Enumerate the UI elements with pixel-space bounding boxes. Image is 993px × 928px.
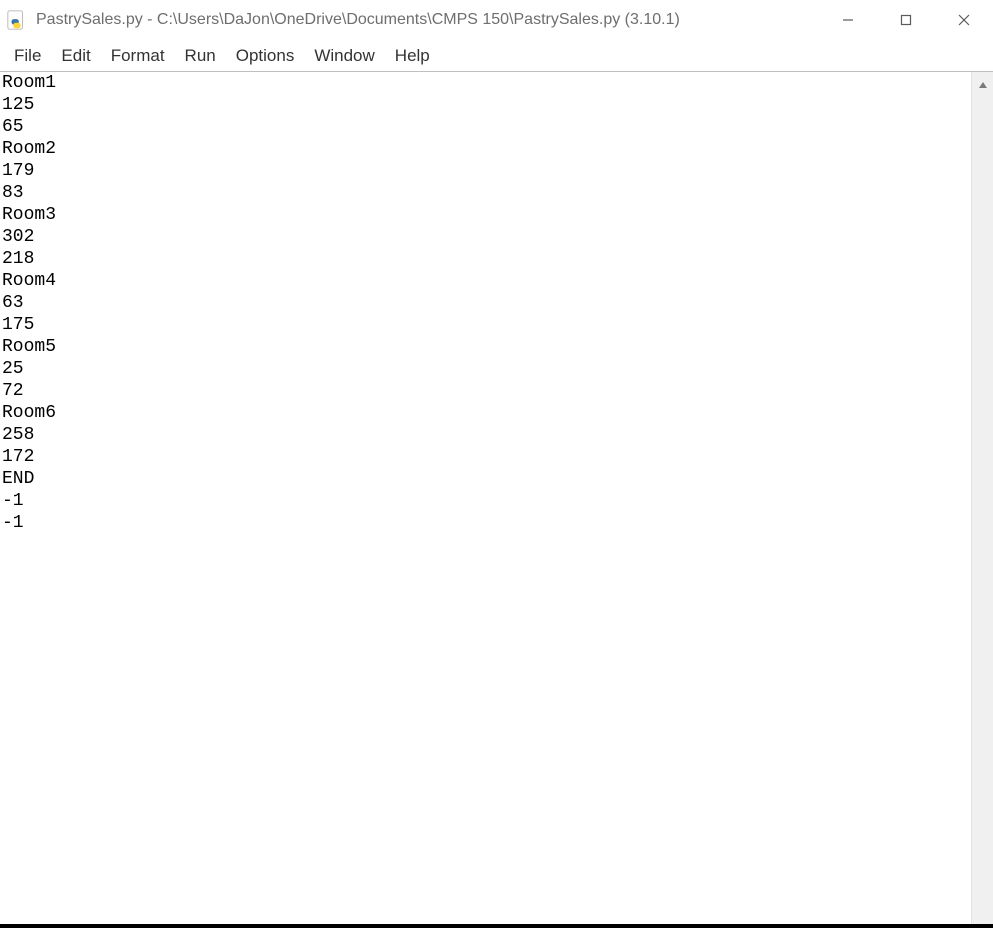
menu-run[interactable]: Run xyxy=(175,42,226,70)
menu-window[interactable]: Window xyxy=(304,42,384,70)
menu-options[interactable]: Options xyxy=(226,42,305,70)
menubar[interactable]: File Edit Format Run Options Window Help xyxy=(0,40,993,72)
window-bottom-border xyxy=(0,924,993,928)
scroll-up-arrow-icon[interactable] xyxy=(972,76,993,94)
menu-edit[interactable]: Edit xyxy=(51,42,100,70)
menu-help[interactable]: Help xyxy=(385,42,440,70)
client-area: Room1 125 65 Room2 179 83 Room3 302 218 … xyxy=(0,72,993,924)
vertical-scrollbar[interactable] xyxy=(971,72,993,924)
menu-format[interactable]: Format xyxy=(101,42,175,70)
menu-file[interactable]: File xyxy=(4,42,51,70)
minimize-button[interactable] xyxy=(819,0,877,40)
window-controls xyxy=(819,0,993,40)
close-button[interactable] xyxy=(935,0,993,40)
window-title: PastrySales.py - C:\Users\DaJon\OneDrive… xyxy=(36,11,819,29)
maximize-button[interactable] xyxy=(877,0,935,40)
text-editor[interactable]: Room1 125 65 Room2 179 83 Room3 302 218 … xyxy=(0,72,971,924)
idle-window: PastrySales.py - C:\Users\DaJon\OneDrive… xyxy=(0,0,993,928)
titlebar[interactable]: PastrySales.py - C:\Users\DaJon\OneDrive… xyxy=(0,0,993,40)
python-file-icon xyxy=(6,9,28,31)
